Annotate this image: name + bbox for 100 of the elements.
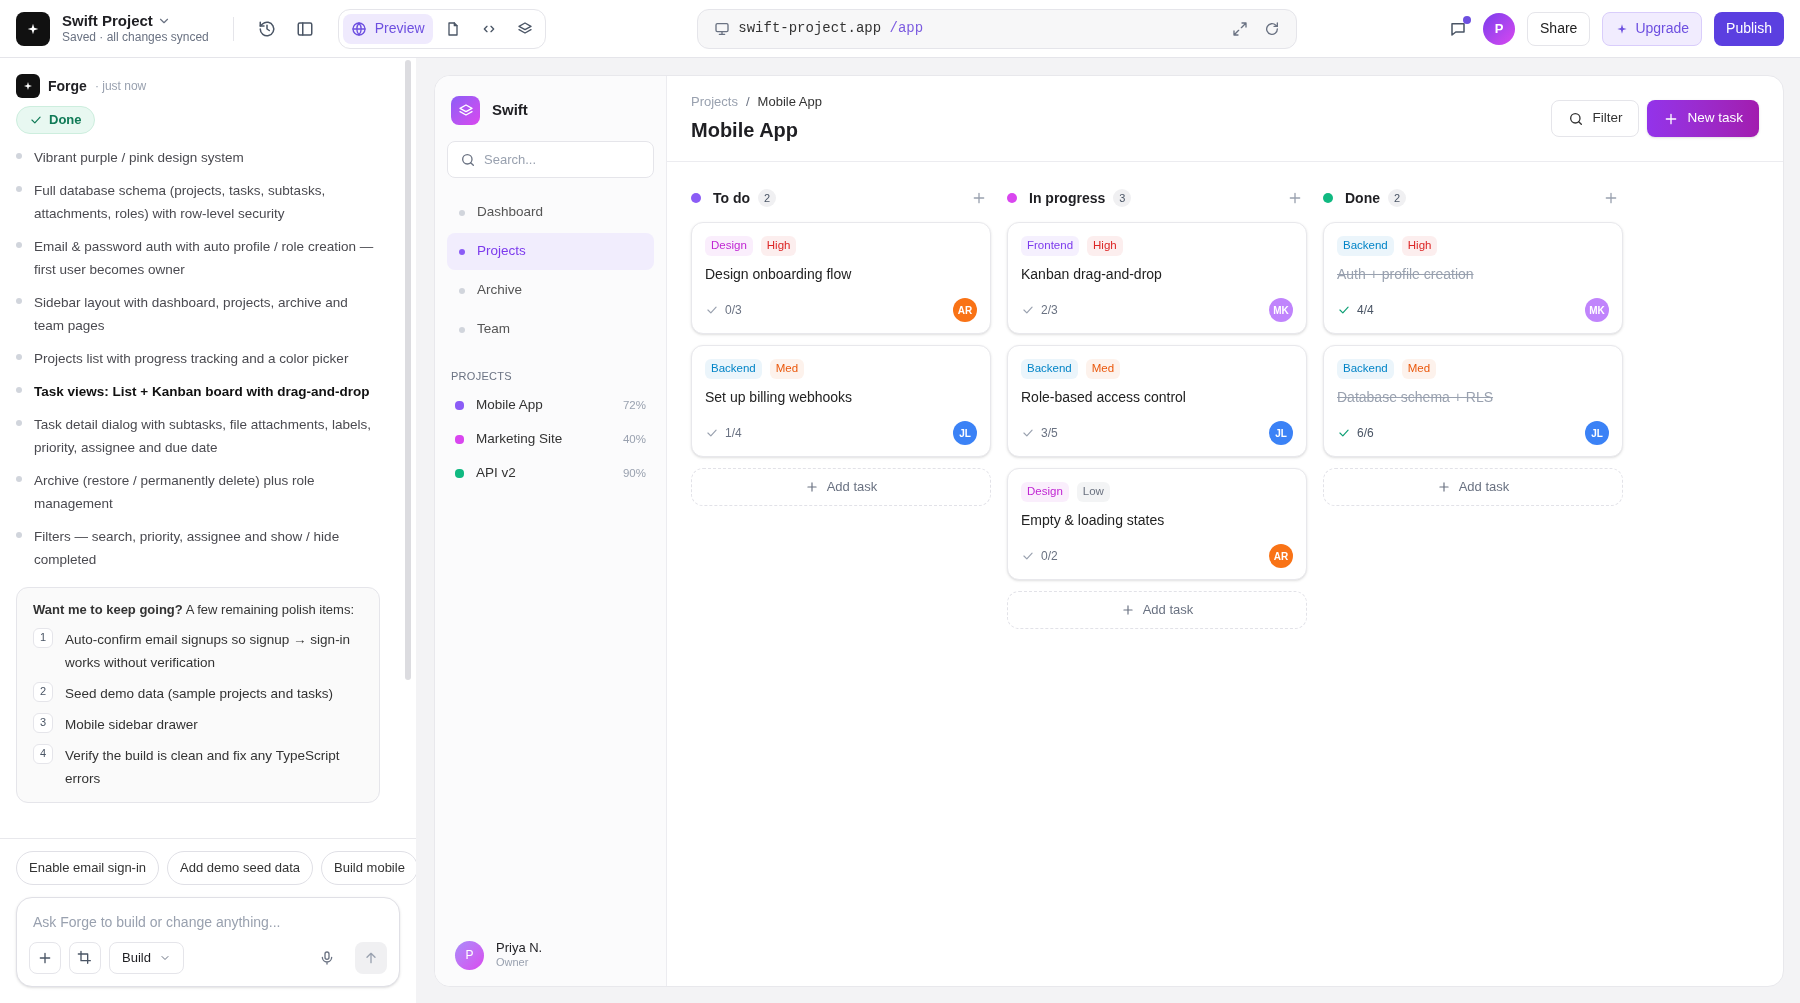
done-badge: Done (16, 106, 95, 134)
task-card[interactable]: Backend High Auth + profile creation 4/4 MK (1323, 222, 1623, 334)
list-item-text: Task views: List + Kanban board with drag-and-drop (34, 383, 370, 401)
prompt-input[interactable]: Ask Forge to build or change anything... (29, 912, 387, 933)
assignee-avatar: AR (1269, 544, 1293, 568)
subtask-progress: 6/6 (1357, 425, 1375, 442)
task-tag: High (1401, 236, 1438, 256)
user-avatar[interactable]: P (1483, 12, 1515, 45)
search-input[interactable]: Search... (484, 149, 641, 170)
project-item[interactable]: Mobile App 72% (447, 388, 654, 423)
column-title: To do (713, 188, 751, 208)
project-item[interactable]: Marketing Site 40% (447, 422, 654, 457)
list-item-text: Sidebar layout with dashboard, projects, archive and team pages (34, 294, 349, 335)
scrollbar[interactable] (405, 60, 411, 680)
new-task-button[interactable]: New task (1647, 100, 1759, 137)
user-name: Priya N. (496, 940, 543, 957)
task-card[interactable]: Design High Design onboarding flow 0/3 AR (691, 222, 991, 334)
nav-item[interactable]: Team (447, 311, 654, 348)
step-text: Verify the build is clean and fix any TypeScript errors (65, 746, 341, 788)
subtask-progress: 3/5 (1041, 425, 1059, 442)
assignee-avatar: MK (1585, 298, 1609, 322)
list-item-text: Archive (restore / permanently delete) plus role management (34, 472, 316, 513)
search-field[interactable]: Search... (447, 141, 654, 178)
app-logo[interactable] (16, 11, 50, 46)
followup-text: Want me to keep going? A few remaining polish items: (33, 601, 355, 619)
task-title: Database schema + RLS (1337, 388, 1495, 407)
expand-icon[interactable] (1232, 20, 1249, 37)
suggestion-chip[interactable]: Build mobile (321, 851, 416, 885)
add-attachment-button[interactable] (29, 942, 61, 974)
bullet-icon (16, 186, 22, 192)
task-card[interactable]: Backend Med Set up billing webhooks 1/4 JL (691, 345, 991, 457)
count-badge: 2 (758, 189, 777, 207)
task-card[interactable]: Backend Med Role-based access control 3/5 JL (1007, 345, 1307, 457)
brand-name: Swift (492, 100, 528, 121)
step-text: Seed demo data (sample projects and tasks) (65, 684, 333, 703)
bullet-icon (16, 354, 22, 360)
bullet-icon (16, 298, 22, 304)
globe-icon (350, 20, 367, 37)
list-item-text: Task detail dialog with subtasks, file attachments, labels, priority, assignee and due date (34, 416, 372, 457)
count-badge: 3 (1113, 189, 1132, 207)
project-item[interactable]: API v2 90% (447, 456, 654, 491)
filter-button[interactable]: Filter (1551, 100, 1640, 137)
plus-icon (37, 950, 53, 966)
publish-button[interactable]: Publish (1714, 11, 1784, 46)
url-bar[interactable]: swift-project.app /app (697, 8, 1298, 49)
task-tag: Design (1021, 482, 1069, 502)
bullet-icon (16, 387, 22, 393)
bullet-icon (16, 420, 22, 426)
crop-button[interactable] (69, 942, 101, 974)
breadcrumb-separator: / (745, 92, 750, 111)
task-tag: High (1087, 236, 1123, 256)
microphone-icon[interactable] (319, 950, 335, 966)
task-tag: Frontend (1021, 236, 1080, 256)
search-icon (460, 151, 476, 168)
plus-icon (1120, 603, 1135, 617)
section-heading: PROJECTS (450, 369, 513, 384)
crop-icon (77, 950, 93, 966)
suggestion-chip[interactable]: Enable email sign-in (16, 851, 160, 885)
task-title: Auth + profile creation (1337, 265, 1475, 284)
project-name[interactable]: Swift Project (62, 11, 153, 31)
bullet-icon (459, 326, 465, 333)
breadcrumb-link[interactable]: Mobile App (757, 91, 822, 112)
subtask-progress: 1/4 (725, 425, 743, 442)
step-number: 2 (33, 681, 53, 702)
preview-tab[interactable]: Preview (342, 13, 433, 44)
assignee-avatar: MK (1269, 298, 1293, 322)
column-title: In progress (1029, 188, 1106, 208)
arrow-up-icon (363, 950, 379, 966)
refresh-icon[interactable] (1264, 20, 1281, 37)
bullet-icon (459, 209, 465, 216)
history-icon[interactable] (257, 19, 276, 38)
suggestion-chip[interactable]: Add demo seed data (167, 851, 314, 885)
add-task-button[interactable]: Add task (1323, 468, 1623, 506)
task-title: Kanban drag-and-drop (1021, 265, 1163, 284)
plus-icon (1436, 480, 1451, 494)
upgrade-button[interactable]: Upgrade (1602, 11, 1703, 46)
task-tag: Backend (1021, 359, 1078, 379)
step-number: 1 (33, 627, 53, 648)
bullet-icon (459, 248, 465, 255)
bullet-icon (459, 287, 465, 294)
bullet-icon (16, 242, 22, 248)
user-avatar: P (455, 940, 484, 970)
list-item-text: Email & password auth with auto profile / role creation — first user becomes owner (34, 238, 375, 279)
add-task-button[interactable]: Add task (1007, 591, 1307, 629)
project-percent: 90% (622, 465, 646, 481)
task-title: Design onboarding flow (705, 265, 853, 284)
task-card[interactable]: Frontend High Kanban drag-and-drop 2/3 MK (1007, 222, 1307, 334)
task-card[interactable]: Backend Med Database schema + RLS 6/6 JL (1323, 345, 1623, 457)
add-task-button[interactable]: Add task (691, 468, 991, 506)
project-percent: 72% (622, 397, 646, 413)
search-icon (1568, 110, 1585, 127)
task-title: Role-based access control (1021, 388, 1187, 407)
list-item-text: Filters — search, priority, assignee and show / hide completed (34, 528, 341, 569)
nav-item[interactable]: Dashboard (447, 194, 654, 231)
mode-dropdown[interactable]: Build (109, 942, 184, 974)
share-button[interactable]: Share (1527, 11, 1591, 46)
nav-item[interactable]: Archive (447, 272, 654, 309)
task-card[interactable]: Design Low Empty & loading states 0/2 AR (1007, 468, 1307, 580)
nav-item[interactable]: Projects (447, 233, 654, 270)
sidebar-toggle-icon[interactable] (295, 19, 314, 38)
